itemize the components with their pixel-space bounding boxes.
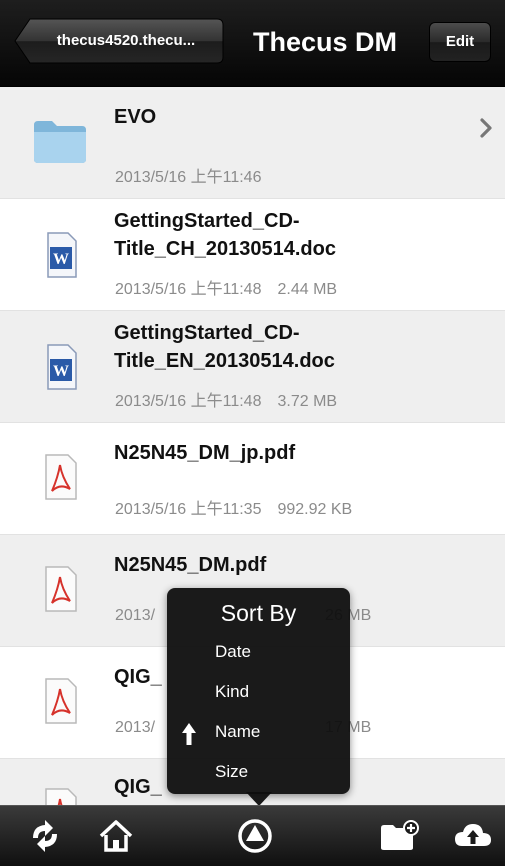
file-size: 3.72 MB — [277, 393, 338, 410]
file-name: GettingStarted_CD-Title_CH_20130514.doc — [114, 210, 336, 260]
refresh-icon — [33, 820, 57, 852]
file-date: 2013/5/16 上午11:46 — [115, 169, 262, 186]
pdf-icon — [45, 566, 77, 612]
back-button-label: thecus4520.thecu... — [56, 32, 196, 49]
arrow-up-icon — [182, 723, 196, 745]
chevron-right-icon — [480, 118, 492, 138]
list-item-file[interactable]: W GettingStarted_CD-Title_CH_20130514.do… — [0, 199, 505, 311]
sort-icon — [238, 819, 272, 853]
svg-text:W: W — [53, 251, 69, 268]
list-item-folder[interactable]: EVO 2013/5/16 上午11:46 — [0, 87, 505, 199]
svg-text:W: W — [53, 363, 69, 380]
upload-cloud-icon — [455, 824, 491, 846]
sort-option-kind[interactable]: Kind — [215, 680, 325, 704]
new-folder-icon — [381, 820, 419, 850]
pdf-icon — [45, 788, 77, 805]
file-date: 2013/5/16 上午11:48 — [115, 393, 262, 410]
bottom-toolbar — [0, 805, 505, 866]
file-name: GettingStarted_CD-Title_EN_20130514.doc — [114, 322, 335, 372]
folder-icon — [34, 121, 86, 163]
back-button[interactable]: thecus4520.thecu... — [14, 18, 224, 64]
navigation-bar: thecus4520.thecu... Thecus DM Edit — [0, 0, 505, 87]
sort-option-date[interactable]: Date — [215, 640, 325, 664]
edit-button[interactable]: Edit — [429, 22, 491, 62]
sort-popover-title: Sort By — [220, 600, 297, 626]
file-size: 992.92 KB — [277, 501, 353, 518]
popover-pointer — [246, 792, 272, 806]
pdf-icon — [45, 454, 77, 500]
file-date: 2013/ — [115, 719, 156, 736]
page-title: Thecus DM — [252, 27, 398, 57]
home-button[interactable] — [95, 816, 137, 856]
file-date: 2013/5/16 上午11:48 — [115, 281, 262, 298]
word-document-icon: W — [47, 232, 77, 278]
file-name: N25N45_DM.pdf — [114, 554, 267, 576]
file-size: 2.44 MB — [277, 281, 338, 298]
pdf-icon — [45, 678, 77, 724]
word-document-icon: W — [47, 344, 77, 390]
list-item-file[interactable]: W GettingStarted_CD-Title_EN_20130514.do… — [0, 311, 505, 423]
upload-button[interactable] — [452, 816, 494, 856]
sort-option-size[interactable]: Size — [215, 760, 325, 784]
file-name: EVO — [114, 106, 157, 128]
file-meta: 2013/5/16 上午11:46 — [115, 163, 261, 187]
refresh-button[interactable] — [24, 816, 66, 856]
sort-button[interactable] — [234, 816, 276, 856]
sort-option-name[interactable]: Name — [215, 720, 325, 744]
home-icon — [99, 820, 133, 852]
file-date: 2013/5/16 上午11:35 — [115, 501, 262, 518]
list-item-file[interactable]: N25N45_DM_jp.pdf 2013/5/16 上午11:35 992.92… — [0, 423, 505, 535]
file-meta: 2013/5/16 上午11:48 2.44 MB — [115, 275, 337, 299]
new-folder-button[interactable] — [378, 816, 420, 856]
file-name: N25N45_DM_jp.pdf — [114, 442, 296, 464]
file-date: 2013/ — [115, 607, 156, 624]
sort-popover: Sort By Date Kind Name Size — [167, 588, 350, 794]
file-meta: 2013/5/16 上午11:48 3.72 MB — [115, 387, 337, 411]
file-meta: 2013/5/16 上午11:35 992.92 KB — [115, 495, 352, 519]
